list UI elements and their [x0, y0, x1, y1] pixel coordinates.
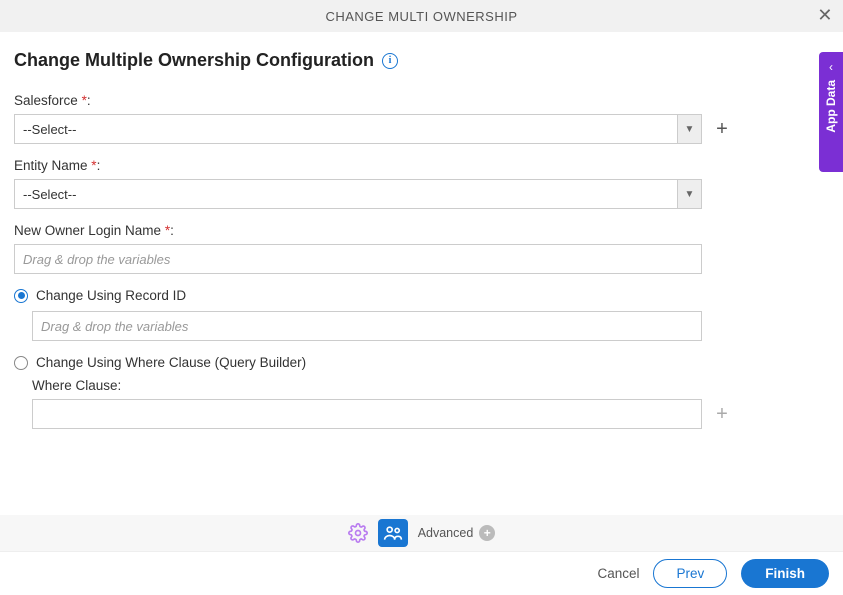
radio-change-record-id[interactable]: Change Using Record ID	[14, 288, 829, 303]
finish-button[interactable]: Finish	[741, 559, 829, 588]
app-data-label: App Data	[824, 80, 838, 133]
where-clause-input[interactable]	[32, 399, 702, 429]
cancel-button[interactable]: Cancel	[597, 566, 639, 581]
salesforce-select-value: --Select--	[15, 115, 677, 143]
form-content: Change Multiple Ownership Configuration …	[0, 32, 843, 429]
entity-select-value: --Select--	[15, 180, 677, 208]
salesforce-field: Salesforce *: --Select-- ▼ +	[14, 93, 829, 144]
gear-icon[interactable]	[348, 523, 368, 543]
app-data-panel-toggle[interactable]: ‹ App Data	[819, 52, 843, 172]
info-icon[interactable]: i	[382, 53, 398, 69]
new-owner-field: New Owner Login Name *: Drag & drop the …	[14, 223, 829, 274]
add-where-clause-button[interactable]: +	[712, 404, 732, 424]
group-icon-button[interactable]	[378, 519, 408, 547]
radio-change-where-clause[interactable]: Change Using Where Clause (Query Builder…	[14, 355, 829, 370]
entity-select[interactable]: --Select-- ▼	[14, 179, 702, 209]
close-icon[interactable]: ✕	[817, 5, 833, 26]
radio-where-label: Change Using Where Clause (Query Builder…	[36, 355, 306, 370]
entity-field: Entity Name *: --Select-- ▼	[14, 158, 829, 209]
chevron-left-icon: ‹	[829, 60, 833, 74]
chevron-down-icon: ▼	[677, 180, 701, 208]
radio-record-id-label: Change Using Record ID	[36, 288, 186, 303]
radio-selected-icon	[14, 289, 28, 303]
record-id-section: Change Using Record ID Drag & drop the v…	[14, 288, 829, 341]
footer-actions: Cancel Prev Finish	[0, 551, 843, 595]
record-id-input[interactable]: Drag & drop the variables	[32, 311, 702, 341]
entity-label: Entity Name *:	[14, 158, 829, 173]
radio-unselected-icon	[14, 356, 28, 370]
modal-title: CHANGE MULTI OWNERSHIP	[325, 9, 517, 24]
plus-circle-icon: +	[479, 525, 495, 541]
modal-header: CHANGE MULTI OWNERSHIP ✕	[0, 0, 843, 32]
prev-button[interactable]: Prev	[653, 559, 727, 588]
where-clause-label: Where Clause:	[32, 378, 829, 393]
salesforce-select[interactable]: --Select-- ▼	[14, 114, 702, 144]
new-owner-input[interactable]: Drag & drop the variables	[14, 244, 702, 274]
chevron-down-icon: ▼	[677, 115, 701, 143]
advanced-toggle[interactable]: Advanced +	[418, 525, 496, 541]
add-salesforce-button[interactable]: +	[712, 119, 732, 139]
advanced-label: Advanced	[418, 526, 474, 540]
salesforce-label: Salesforce *:	[14, 93, 829, 108]
page-title: Change Multiple Ownership Configuration	[14, 50, 374, 71]
new-owner-label: New Owner Login Name *:	[14, 223, 829, 238]
where-clause-section: Change Using Where Clause (Query Builder…	[14, 355, 829, 429]
bottom-toolbar: Advanced +	[0, 515, 843, 551]
page-title-row: Change Multiple Ownership Configuration …	[14, 50, 829, 71]
